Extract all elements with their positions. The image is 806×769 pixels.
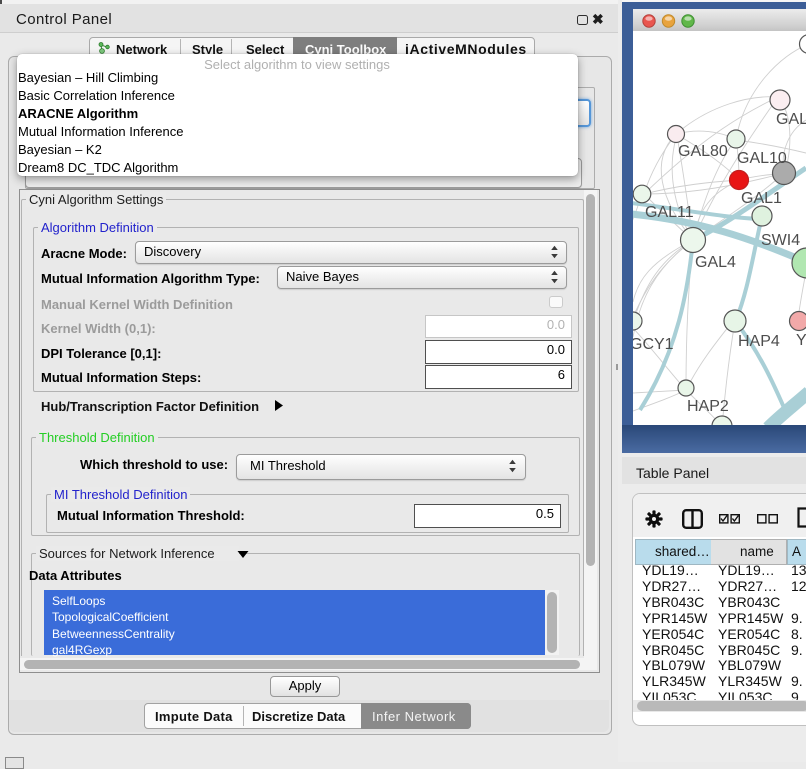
svg-text:SWI4: SWI4 (761, 232, 800, 249)
svg-text:GAL11: GAL11 (645, 204, 694, 221)
svg-text:GAL4: GAL4 (695, 254, 736, 271)
svg-text:GAL10: GAL10 (737, 150, 787, 167)
svg-text:GCY1: GCY1 (633, 336, 674, 353)
svg-text:GAL1: GAL1 (741, 190, 782, 207)
svg-text:Y: Y (796, 332, 806, 349)
svg-text:HAP4: HAP4 (738, 333, 780, 350)
svg-text:HAP2: HAP2 (687, 398, 729, 415)
svg-text:GAL80: GAL80 (678, 143, 728, 160)
svg-text:GAL7: GAL7 (776, 111, 806, 128)
